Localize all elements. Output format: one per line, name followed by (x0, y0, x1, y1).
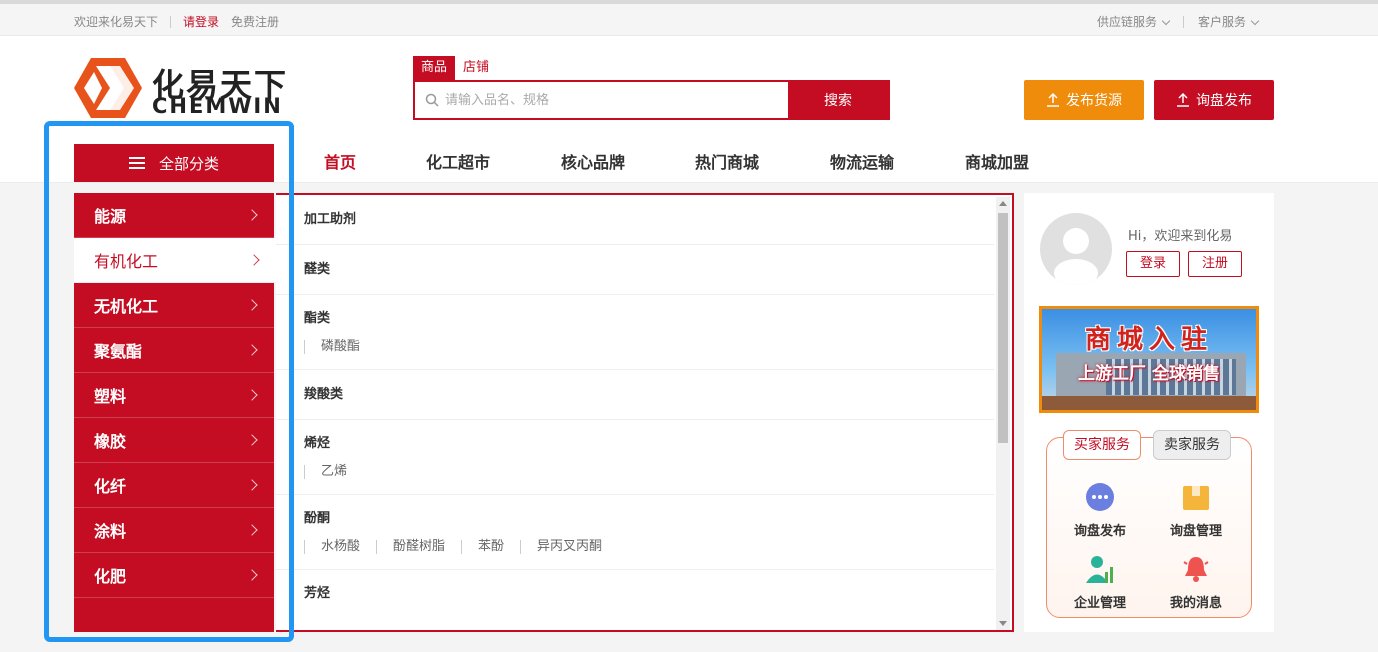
user-panel: Hi，欢迎来到化易 登录 注册 商城入驻 上游工厂 全球销售 买家服务 卖家服务… (1024, 193, 1274, 632)
search-box: 搜索 (413, 80, 890, 120)
welcome-text: 欢迎来化易天下 (74, 15, 159, 29)
subcategory-group: 羧酸类 (276, 370, 994, 420)
subcategory-title[interactable]: 烯烃 (304, 420, 994, 451)
category-list: 能源 有机化工 无机化工 聚氨酯 塑料 橡胶 化纤 涂料 化肥 (74, 193, 276, 632)
category-item[interactable]: 化纤 (74, 463, 274, 508)
scroll-down-icon[interactable] (999, 621, 1007, 626)
chevron-right-icon (246, 299, 258, 311)
tab-shops[interactable]: 店铺 (455, 56, 497, 80)
chevron-right-icon (246, 479, 258, 491)
logo-mark-icon (74, 58, 142, 118)
subcategory-link[interactable]: 异丙叉丙酮 (520, 540, 618, 554)
subcategory-title[interactable]: 羧酸类 (304, 370, 994, 420)
publish-inquiry-button[interactable]: 询盘发布 (1154, 80, 1274, 120)
nav-logistics[interactable]: 物流运输 (830, 144, 965, 182)
chevron-right-icon (246, 524, 258, 536)
site-logo[interactable]: 化易天下 CHEMWIN (74, 58, 294, 118)
login-link[interactable]: 请登录 (183, 13, 219, 30)
user-chart-icon (1086, 556, 1113, 583)
search-icon (425, 93, 439, 107)
bell-icon (1183, 557, 1209, 582)
tab-seller-service[interactable]: 卖家服务 (1153, 430, 1231, 460)
chevron-down-icon (1250, 16, 1260, 26)
category-item[interactable]: 能源 (74, 193, 274, 238)
tab-buyer-service[interactable]: 买家服务 (1063, 430, 1141, 460)
chevron-right-icon (246, 389, 258, 401)
nav-chemical-market[interactable]: 化工超市 (426, 144, 561, 182)
register-link[interactable]: 免费注册 (231, 13, 279, 30)
nav-mall-join[interactable]: 商城加盟 (965, 144, 1029, 182)
subcategory-group: 酯类 磷酸酯 (276, 295, 994, 370)
publish-supply-button[interactable]: 发布货源 (1024, 80, 1144, 120)
subcategory-title[interactable]: 芳烃 (304, 570, 994, 601)
chevron-right-icon (248, 254, 260, 266)
category-item[interactable]: 无机化工 (74, 283, 274, 328)
category-item[interactable]: 聚氨酯 (74, 328, 274, 373)
category-item[interactable]: 涂料 (74, 508, 274, 553)
subcategory-link[interactable]: 磷酸酯 (304, 340, 376, 354)
banner-subtitle: 上游工厂 全球销售 (1078, 364, 1220, 384)
user-login-button[interactable]: 登录 (1126, 251, 1180, 277)
search-button[interactable]: 搜索 (788, 82, 888, 118)
user-register-button[interactable]: 注册 (1188, 251, 1242, 277)
chevron-right-icon (246, 344, 258, 356)
all-categories-button[interactable]: 全部分类 (74, 144, 274, 182)
search-input[interactable] (415, 82, 788, 118)
top-bar: 欢迎来化易天下 请登录 免费注册 供应链服务 客户服务 (0, 0, 1378, 36)
scroll-thumb[interactable] (998, 213, 1008, 443)
subcategory-title[interactable]: 酯类 (304, 295, 994, 326)
chevron-right-icon (246, 569, 258, 581)
category-item[interactable]: 塑料 (74, 373, 274, 418)
subcategory-link[interactable]: 乙烯 (304, 465, 363, 479)
chevron-down-icon (1161, 16, 1171, 26)
category-item[interactable]: 橡胶 (74, 418, 274, 463)
category-item[interactable]: 有机化工 (74, 238, 276, 283)
supply-chain-menu[interactable]: 供应链服务 (1097, 13, 1171, 30)
upload-icon (1047, 93, 1059, 107)
panel-scrollbar[interactable] (996, 197, 1010, 630)
service-enterprise-manage[interactable]: 企业管理 (1055, 554, 1145, 611)
subcategory-group: 烯烃 乙烯 (276, 420, 994, 495)
subcategory-title[interactable]: 酚酮 (304, 495, 994, 526)
user-welcome: Hi，欢迎来到化易 (1128, 229, 1233, 244)
upload-icon (1177, 93, 1189, 107)
customer-service-menu[interactable]: 客户服务 (1198, 13, 1260, 30)
subcategory-group: 醛类 (276, 245, 994, 295)
mall-join-banner[interactable]: 商城入驻 上游工厂 全球销售 (1039, 306, 1259, 413)
chat-bubble-icon (1086, 483, 1114, 511)
subcategory-title[interactable]: 加工助剂 (304, 195, 994, 245)
subcategory-link[interactable]: 酚醛树脂 (376, 540, 461, 554)
subcategory-panel: 加工助剂 醛类 酯类 磷酸酯 羧酸类 烯烃 乙烯 酚酮 水杨酸 酚醛树脂 苯酚 … (276, 193, 1014, 632)
subcategory-link[interactable]: 苯酚 (461, 540, 520, 554)
folder-icon (1183, 486, 1209, 510)
subcategory-group: 加工助剂 (276, 195, 994, 245)
service-panel: 买家服务 卖家服务 询盘发布 询盘管理 企业管理 我的消息 (1046, 430, 1252, 618)
subcategory-title[interactable]: 醛类 (304, 245, 994, 295)
category-item[interactable]: 化肥 (74, 553, 274, 598)
chevron-right-icon (246, 209, 258, 221)
main-nav: 首页 化工超市 核心品牌 热门商城 物流运输 商城加盟 (300, 144, 1029, 182)
service-my-messages[interactable]: 我的消息 (1151, 554, 1241, 611)
search-tabs: 商品 店铺 (413, 56, 497, 80)
scroll-up-icon[interactable] (999, 201, 1007, 206)
banner-title: 商城入驻 (1084, 325, 1213, 355)
subcategory-link[interactable]: 水杨酸 (304, 540, 376, 554)
tab-goods[interactable]: 商品 (413, 56, 456, 80)
avatar (1040, 213, 1112, 285)
nav-hot-malls[interactable]: 热门商城 (695, 144, 830, 182)
nav-core-brands[interactable]: 核心品牌 (561, 144, 695, 182)
menu-icon (128, 157, 145, 169)
chevron-right-icon (246, 434, 258, 446)
service-inquiry-publish[interactable]: 询盘发布 (1055, 482, 1145, 539)
logo-text-en: CHEMWIN (152, 94, 283, 118)
nav-home[interactable]: 首页 (300, 144, 426, 182)
subcategory-group: 芳烃 (276, 570, 994, 630)
subcategory-group: 酚酮 水杨酸 酚醛树脂 苯酚 异丙叉丙酮 (276, 495, 994, 570)
user-icon (1054, 228, 1098, 285)
service-inquiry-manage[interactable]: 询盘管理 (1151, 482, 1241, 539)
